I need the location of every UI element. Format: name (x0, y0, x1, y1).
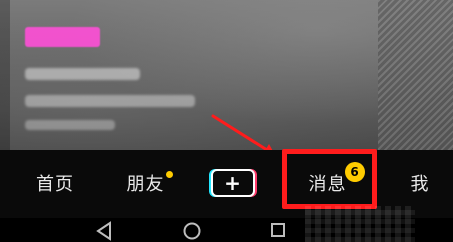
phone-screen: 首页 朋友 + 消息 6 我 (0, 0, 453, 242)
blurred-caption-line-1 (25, 68, 140, 80)
recent-square-icon[interactable] (266, 220, 290, 242)
messages-count-badge: 6 (345, 162, 365, 182)
blurred-caption-line-3 (25, 120, 115, 130)
video-feed-blurred[interactable] (0, 0, 453, 150)
back-triangle-icon[interactable] (92, 220, 116, 242)
tab-messages-label: 消息 (308, 174, 347, 195)
tab-messages[interactable]: 消息 6 (300, 162, 365, 198)
home-circle-icon[interactable] (180, 220, 204, 242)
create-plus-box: + (211, 169, 255, 197)
tab-me[interactable]: 我 (400, 168, 440, 198)
tab-home-label: 首页 (36, 174, 74, 195)
tab-home[interactable]: 首页 (30, 168, 80, 198)
create-button[interactable]: + (208, 168, 258, 198)
notification-dot-badge (166, 171, 173, 178)
blurred-tag (25, 27, 100, 47)
tab-me-label: 我 (410, 174, 430, 195)
system-navigation-bar (0, 218, 453, 242)
bottom-tab-bar: 首页 朋友 + 消息 6 我 (0, 150, 453, 218)
tab-friends-label: 朋友 (126, 174, 165, 195)
blurred-caption-line-2 (25, 95, 195, 107)
tab-friends[interactable]: 朋友 (118, 168, 173, 198)
feed-left-strip (0, 0, 10, 150)
plus-icon: + (224, 171, 242, 195)
feed-right-texture (378, 0, 453, 150)
